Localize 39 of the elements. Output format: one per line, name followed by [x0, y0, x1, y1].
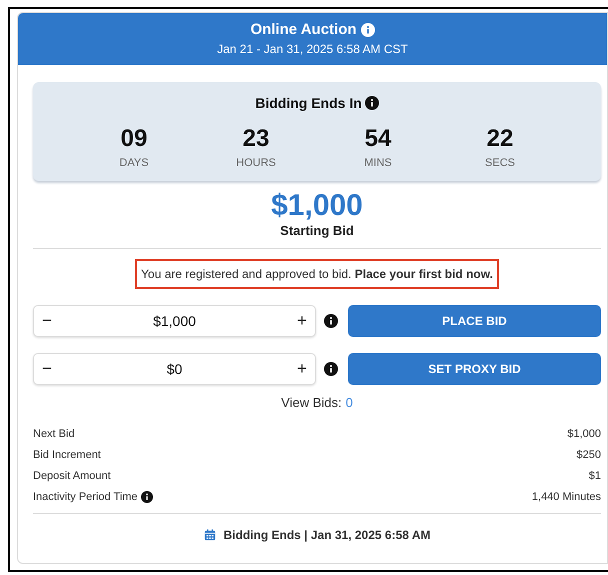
decrease-button[interactable]: −: [34, 311, 60, 331]
starting-bid-label: Starting Bid: [280, 223, 354, 238]
detail-label: Deposit Amount: [33, 470, 111, 482]
increase-button[interactable]: +: [289, 359, 315, 379]
detail-value: $1: [588, 470, 601, 482]
bid-button[interactable]: SET PROXY BID: [348, 353, 601, 385]
bidding-end-date: Bidding Ends | Jan 31, 2025 6:58 AM: [224, 528, 430, 542]
detail-value: 1,440 Minutes: [532, 491, 601, 503]
detail-label: Bid Increment: [33, 449, 101, 461]
auction-title: Online Auction: [250, 21, 357, 38]
countdown-value: 23: [242, 125, 270, 153]
bid-amount-stepper[interactable]: − $1,000 +: [33, 305, 316, 337]
bid-amount-stepper[interactable]: − $0 +: [33, 353, 316, 385]
bid-button[interactable]: PLACE BID: [348, 305, 601, 337]
starting-bid-amount: $1,000: [271, 191, 363, 221]
countdown-unit: HOURS: [236, 157, 276, 169]
detail-label: Next Bid: [33, 428, 75, 440]
view-bids-label: View Bids:: [281, 395, 342, 410]
increase-button[interactable]: +: [289, 311, 315, 331]
decrease-button[interactable]: −: [34, 359, 60, 379]
countdown-title: Bidding Ends In: [255, 95, 362, 111]
calendar-icon: [204, 529, 216, 541]
countdown-value: 22: [486, 125, 514, 153]
countdown-unit: MINS: [364, 157, 392, 169]
info-icon[interactable]: [324, 362, 338, 376]
info-icon[interactable]: [140, 491, 153, 503]
bid-amount-value: $0: [166, 361, 182, 377]
registration-message: You are registered and approved to bid. Place your first bid now.: [135, 259, 499, 289]
detail-label: Inactivity Period Time: [33, 491, 138, 503]
bid-amount-value: $1,000: [153, 313, 196, 329]
countdown-value: 09: [120, 125, 148, 153]
detail-value: $250: [576, 449, 601, 461]
info-icon[interactable]: [324, 314, 338, 328]
detail-value: $1,000: [567, 428, 601, 440]
countdown-value: 54: [364, 125, 392, 153]
info-icon[interactable]: [364, 96, 379, 110]
countdown-unit: DAYS: [119, 157, 149, 169]
auction-dates: Jan 21 - Jan 31, 2025 6:58 AM CST: [217, 42, 408, 56]
countdown-unit: SECS: [485, 157, 515, 169]
